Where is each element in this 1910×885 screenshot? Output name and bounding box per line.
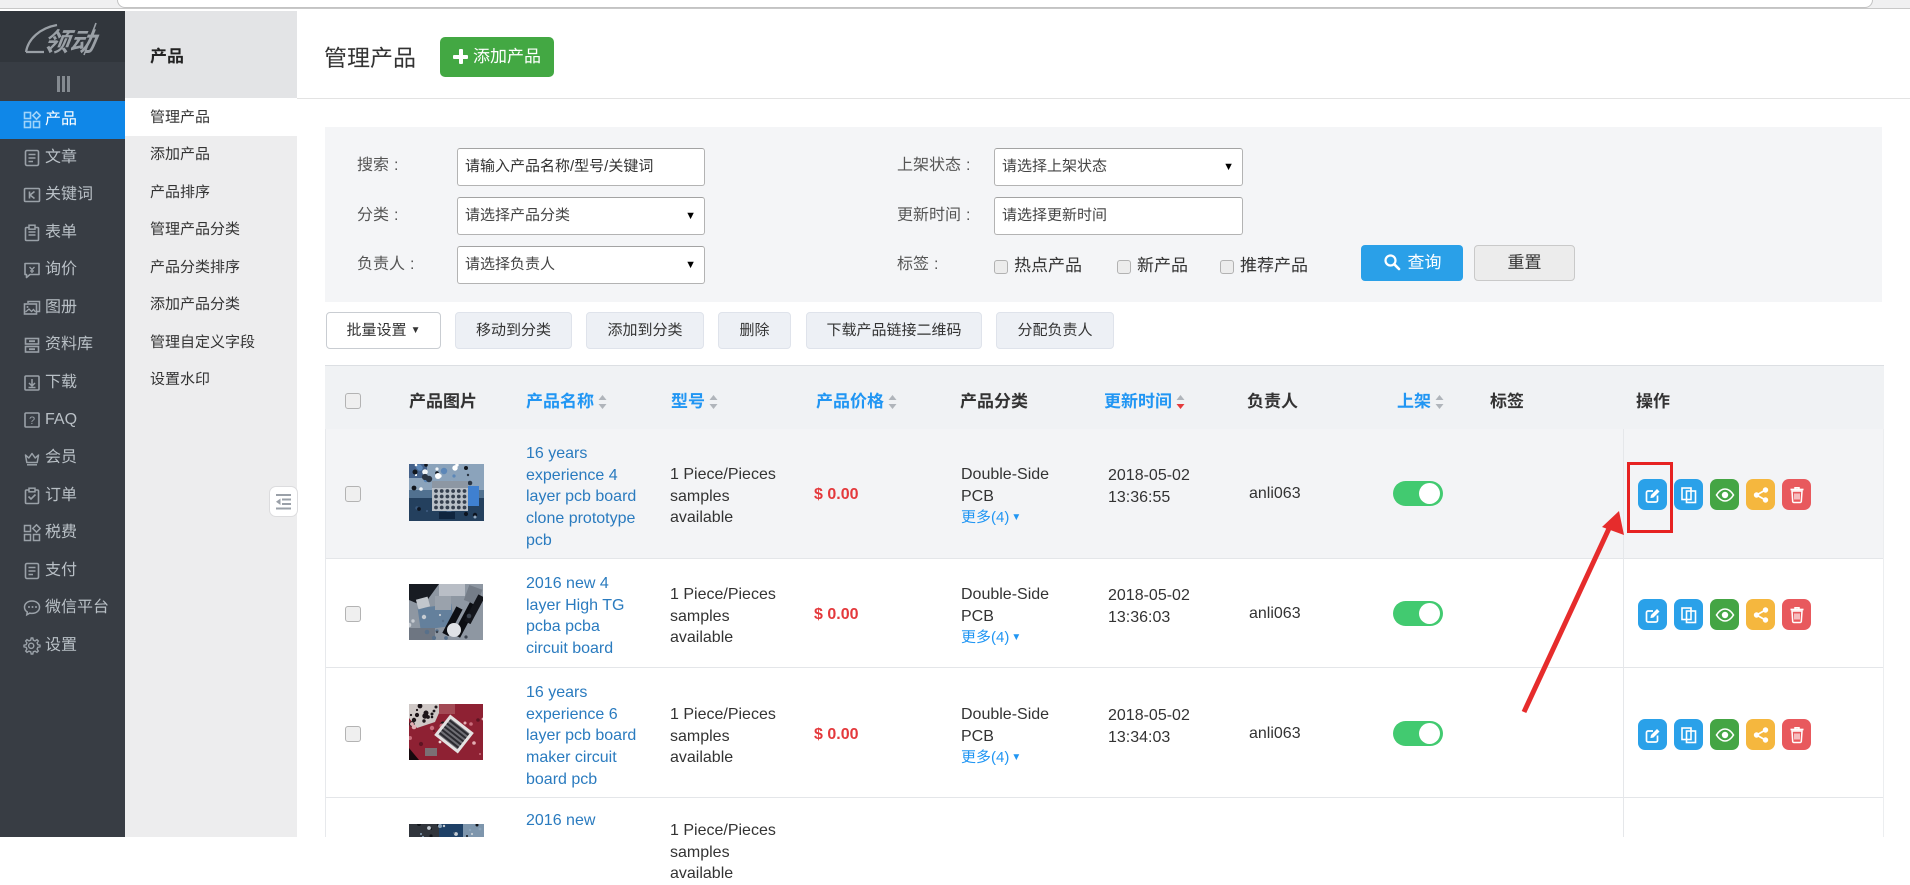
svg-text:领动: 领动 <box>41 21 101 59</box>
svg-text:?: ? <box>29 415 35 427</box>
